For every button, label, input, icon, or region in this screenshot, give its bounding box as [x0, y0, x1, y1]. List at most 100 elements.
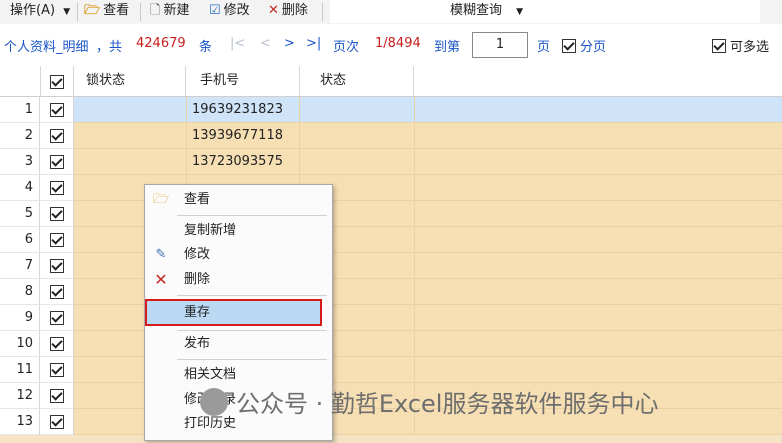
- row-checkbox[interactable]: [40, 97, 74, 123]
- row-checkbox[interactable]: [40, 123, 74, 149]
- cell-phone[interactable]: 13939677118: [186, 123, 300, 149]
- checkbox-icon: [50, 181, 64, 195]
- folder-icon: 🗁: [152, 192, 170, 207]
- menu-divider: [177, 330, 327, 331]
- column-header-phone[interactable]: 手机号: [186, 66, 300, 96]
- chevron-down-icon: ▼: [516, 7, 524, 17]
- chevron-down-icon: ▼: [63, 7, 71, 17]
- cell-lock-status[interactable]: [74, 97, 187, 123]
- row-checkbox[interactable]: [40, 331, 74, 357]
- menu-item-delete-label: 删除: [184, 272, 211, 287]
- row-number: 12: [0, 383, 40, 409]
- checkbox-icon: [50, 337, 64, 351]
- row-number: 8: [0, 279, 40, 305]
- select-all-checkbox[interactable]: [40, 66, 74, 96]
- toolbar-divider: [322, 3, 323, 21]
- menu-item-related-docs[interactable]: 相关文档: [145, 364, 332, 386]
- menu-item-view[interactable]: 🗁 查看: [145, 189, 332, 211]
- column-header-status[interactable]: 状态: [300, 66, 414, 96]
- menu-item-resave-label: 重存: [184, 305, 211, 320]
- column-header-lock[interactable]: 锁状态: [74, 66, 186, 96]
- toolbar: 操作(A) ▼ 🗁 查看 🗋 新建 ☑ 修改 ✕ 删除 模糊查询 ▼: [0, 0, 782, 25]
- table-row[interactable]: 10: [0, 331, 782, 357]
- table-row[interactable]: 3 13723093575: [0, 149, 782, 175]
- row-number: 5: [0, 201, 40, 227]
- cell-status[interactable]: [300, 149, 415, 175]
- row-checkbox[interactable]: [40, 227, 74, 253]
- first-page-button[interactable]: |<: [230, 36, 245, 51]
- checkbox-icon: [50, 155, 64, 169]
- row-checkbox[interactable]: [40, 175, 74, 201]
- checkbox-icon: [562, 39, 576, 53]
- toolbar-divider: [140, 3, 141, 21]
- row-checkbox[interactable]: [40, 357, 74, 383]
- cell-lock-status[interactable]: [74, 123, 187, 149]
- table-row[interactable]: 2 13939677118: [0, 123, 782, 149]
- ops-menu-label: 操作(A): [10, 3, 56, 18]
- table-row[interactable]: 1 19639231823: [0, 97, 782, 123]
- close-icon: ✕: [154, 270, 168, 289]
- row-number: 11: [0, 357, 40, 383]
- table-row[interactable]: 6: [0, 227, 782, 253]
- row-checkbox[interactable]: [40, 409, 74, 435]
- cell-status[interactable]: [300, 123, 415, 149]
- paging-label: 分页: [580, 40, 607, 55]
- checkbox-icon: [712, 39, 726, 53]
- table-row[interactable]: 11: [0, 357, 782, 383]
- checkbox-icon: [50, 75, 64, 89]
- menu-divider: [177, 215, 327, 216]
- row-checkbox[interactable]: [40, 383, 74, 409]
- table-row[interactable]: 7: [0, 253, 782, 279]
- delete-label: 删除: [281, 3, 308, 18]
- delete-button[interactable]: ✕ 删除: [268, 0, 308, 24]
- close-icon: ✕: [268, 3, 279, 18]
- checkbox-icon: [50, 415, 64, 429]
- view-button[interactable]: 🗁 查看: [84, 0, 129, 24]
- page-info: 1/8494: [375, 36, 421, 51]
- total-count: 424679: [136, 36, 186, 51]
- table-row[interactable]: 5: [0, 201, 782, 227]
- row-number: 7: [0, 253, 40, 279]
- cell-lock-status[interactable]: [74, 149, 187, 175]
- row-checkbox[interactable]: [40, 149, 74, 175]
- view-label: 查看: [103, 3, 130, 18]
- new-document-icon: 🗋: [150, 3, 161, 18]
- table-row[interactable]: 9: [0, 305, 782, 331]
- menu-item-delete[interactable]: ✕ 删除: [145, 269, 332, 291]
- table-row[interactable]: 4: [0, 175, 782, 201]
- new-button[interactable]: 🗋 新建: [150, 0, 189, 24]
- menu-item-related-docs-label: 相关文档: [184, 367, 237, 382]
- page-number-input[interactable]: 1: [472, 32, 528, 58]
- edit-button[interactable]: ☑ 修改: [209, 0, 250, 24]
- search-mode-dropdown[interactable]: 模糊查询 ▼: [450, 0, 523, 24]
- checkbox-icon: [50, 129, 64, 143]
- checkbox-icon: [50, 311, 64, 325]
- row-checkbox[interactable]: [40, 201, 74, 227]
- row-number: 6: [0, 227, 40, 253]
- cell-phone[interactable]: 13723093575: [186, 149, 300, 175]
- menu-item-view-label: 查看: [184, 192, 211, 207]
- next-page-button[interactable]: >: [284, 36, 295, 51]
- menu-item-resave[interactable]: 重存: [145, 299, 322, 326]
- menu-item-copy-new-label: 复制新增: [184, 223, 237, 238]
- checkbox-icon: [50, 285, 64, 299]
- menu-item-publish[interactable]: 发布: [145, 333, 332, 355]
- menu-item-edit[interactable]: ✎ 修改: [145, 244, 332, 266]
- ops-menu-button[interactable]: 操作(A) ▼: [10, 0, 70, 24]
- checkbox-icon: [50, 207, 64, 221]
- cell-status[interactable]: [300, 97, 415, 123]
- menu-item-publish-label: 发布: [184, 336, 211, 351]
- last-page-button[interactable]: >|: [306, 36, 321, 51]
- row-number: 1: [0, 97, 40, 123]
- multiselect-checkbox[interactable]: 可多选: [712, 36, 769, 55]
- menu-item-copy-new[interactable]: 复制新增: [145, 220, 332, 242]
- row-checkbox[interactable]: [40, 279, 74, 305]
- table-row[interactable]: 8: [0, 279, 782, 305]
- row-checkbox[interactable]: [40, 305, 74, 331]
- cell-phone[interactable]: 19639231823: [186, 97, 300, 123]
- paging-checkbox[interactable]: 分页: [562, 36, 606, 55]
- search-area[interactable]: [330, 0, 760, 23]
- prev-page-button[interactable]: <: [260, 36, 271, 51]
- edit-label: 修改: [223, 3, 250, 18]
- row-checkbox[interactable]: [40, 253, 74, 279]
